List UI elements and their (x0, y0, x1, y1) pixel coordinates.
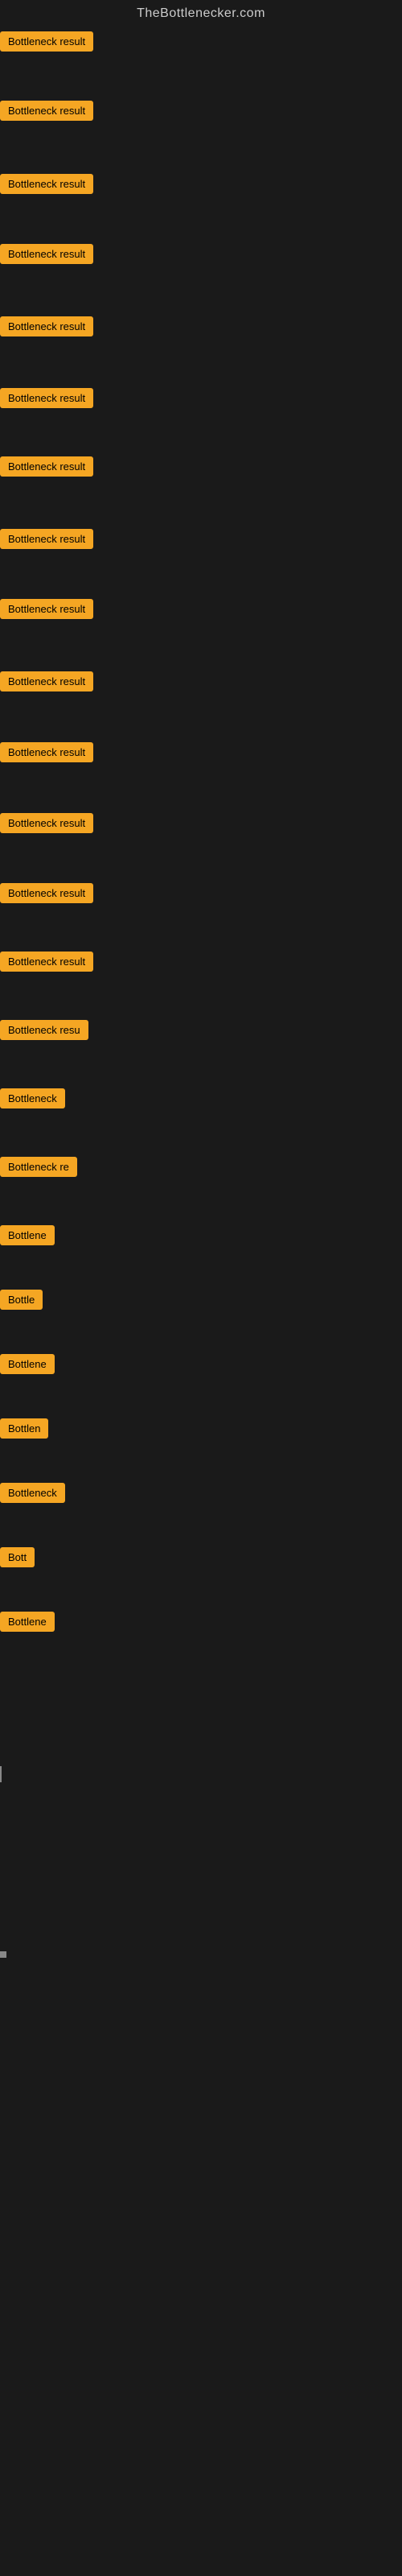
bottleneck-item-12: Bottleneck result (0, 813, 402, 839)
bottleneck-badge-4[interactable]: Bottleneck result (0, 244, 93, 264)
spacer-between-7 (0, 482, 402, 529)
spacer-between-14 (0, 977, 402, 1020)
bottleneck-item-8: Bottleneck result (0, 529, 402, 555)
bottleneck-badge-13[interactable]: Bottleneck result (0, 883, 93, 903)
bottleneck-badge-3[interactable]: Bottleneck result (0, 174, 93, 194)
spacer-between-3 (0, 200, 402, 244)
bottleneck-badge-15[interactable]: Bottleneck resu (0, 1020, 88, 1040)
bottleneck-item-23: Bott (0, 1547, 402, 1573)
spacer-1 (0, 1641, 402, 1762)
bottleneck-badge-19[interactable]: Bottle (0, 1290, 43, 1310)
bottleneck-badge-2[interactable]: Bottleneck result (0, 101, 93, 121)
bottleneck-item-7: Bottleneck result (0, 456, 402, 482)
bottleneck-item-15: Bottleneck resu (0, 1020, 402, 1046)
spacer-between-17 (0, 1183, 402, 1225)
spacer-between-21 (0, 1444, 402, 1483)
bottleneck-item-2: Bottleneck result (0, 101, 402, 126)
spacer-between-11 (0, 768, 402, 813)
bottleneck-badge-24[interactable]: Bottlene (0, 1612, 55, 1632)
bottleneck-item-4: Bottleneck result (0, 244, 402, 270)
bottleneck-badge-1[interactable]: Bottleneck result (0, 31, 93, 52)
spacer-between-23 (0, 1573, 402, 1612)
bottleneck-item-13: Bottleneck result (0, 883, 402, 909)
bottleneck-badge-18[interactable]: Bottlene (0, 1225, 55, 1245)
bottleneck-badge-21[interactable]: Bottlen (0, 1418, 48, 1439)
bottleneck-item-9: Bottleneck result (0, 599, 402, 625)
bottleneck-item-3: Bottleneck result (0, 174, 402, 200)
spacer-between-9 (0, 625, 402, 671)
spacer-between-10 (0, 697, 402, 742)
bottleneck-item-11: Bottleneck result (0, 742, 402, 768)
spacer-between-6 (0, 414, 402, 456)
spacer-between-16 (0, 1114, 402, 1157)
bottleneck-item-19: Bottle (0, 1290, 402, 1315)
bottleneck-badge-5[interactable]: Bottleneck result (0, 316, 93, 336)
bottleneck-badge-16[interactable]: Bottleneck (0, 1088, 65, 1108)
bottleneck-item-10: Bottleneck result (0, 671, 402, 697)
bottleneck-item-18: Bottlene (0, 1225, 402, 1251)
spacer-between-15 (0, 1046, 402, 1088)
bottleneck-badge-9[interactable]: Bottleneck result (0, 599, 93, 619)
bottleneck-badge-11[interactable]: Bottleneck result (0, 742, 93, 762)
spacer-between-22 (0, 1509, 402, 1547)
bottleneck-item-17: Bottleneck re (0, 1157, 402, 1183)
bottleneck-badge-12[interactable]: Bottleneck result (0, 813, 93, 833)
bottleneck-list: Bottleneck result Bottleneck result Bottle… (0, 27, 402, 1641)
bottleneck-item-6: Bottleneck result (0, 388, 402, 414)
spacer-2 (0, 1786, 402, 1947)
bottleneck-badge-20[interactable]: Bottlene (0, 1354, 55, 1374)
spacer-between-18 (0, 1251, 402, 1290)
bottleneck-item-16: Bottleneck (0, 1088, 402, 1114)
bottleneck-badge-23[interactable]: Bott (0, 1547, 35, 1567)
site-header: TheBottlenecker.com (0, 0, 402, 27)
bottleneck-item-1: Bottleneck result (0, 31, 402, 57)
bottleneck-badge-22[interactable]: Bottleneck (0, 1483, 65, 1503)
bottleneck-badge-8[interactable]: Bottleneck result (0, 529, 93, 549)
spacer-between-4 (0, 270, 402, 316)
bottleneck-item-21: Bottlen (0, 1418, 402, 1444)
spacer-3 (0, 1962, 402, 2364)
spacer-between-13 (0, 909, 402, 952)
spacer-between-2 (0, 126, 402, 174)
small-indicator (0, 1951, 6, 1958)
spacer-between-20 (0, 1380, 402, 1418)
bottleneck-badge-10[interactable]: Bottleneck result (0, 671, 93, 691)
spacer-between-19 (0, 1315, 402, 1354)
spacer-between-8 (0, 555, 402, 599)
site-title: TheBottlenecker.com (0, 0, 402, 27)
bottleneck-item-24: Bottlene (0, 1612, 402, 1637)
bottleneck-badge-14[interactable]: Bottleneck result (0, 952, 93, 972)
spacer-between-1 (0, 57, 402, 101)
bottleneck-item-14: Bottleneck result (0, 952, 402, 977)
spacer-between-12 (0, 839, 402, 883)
bottleneck-item-22: Bottleneck (0, 1483, 402, 1509)
bottleneck-badge-6[interactable]: Bottleneck result (0, 388, 93, 408)
bottleneck-item-20: Bottlene (0, 1354, 402, 1380)
spacer-between-5 (0, 342, 402, 388)
bottleneck-badge-17[interactable]: Bottleneck re (0, 1157, 77, 1177)
bottleneck-badge-7[interactable]: Bottleneck result (0, 456, 93, 477)
cursor-indicator (0, 1766, 2, 1782)
bottleneck-item-5: Bottleneck result (0, 316, 402, 342)
